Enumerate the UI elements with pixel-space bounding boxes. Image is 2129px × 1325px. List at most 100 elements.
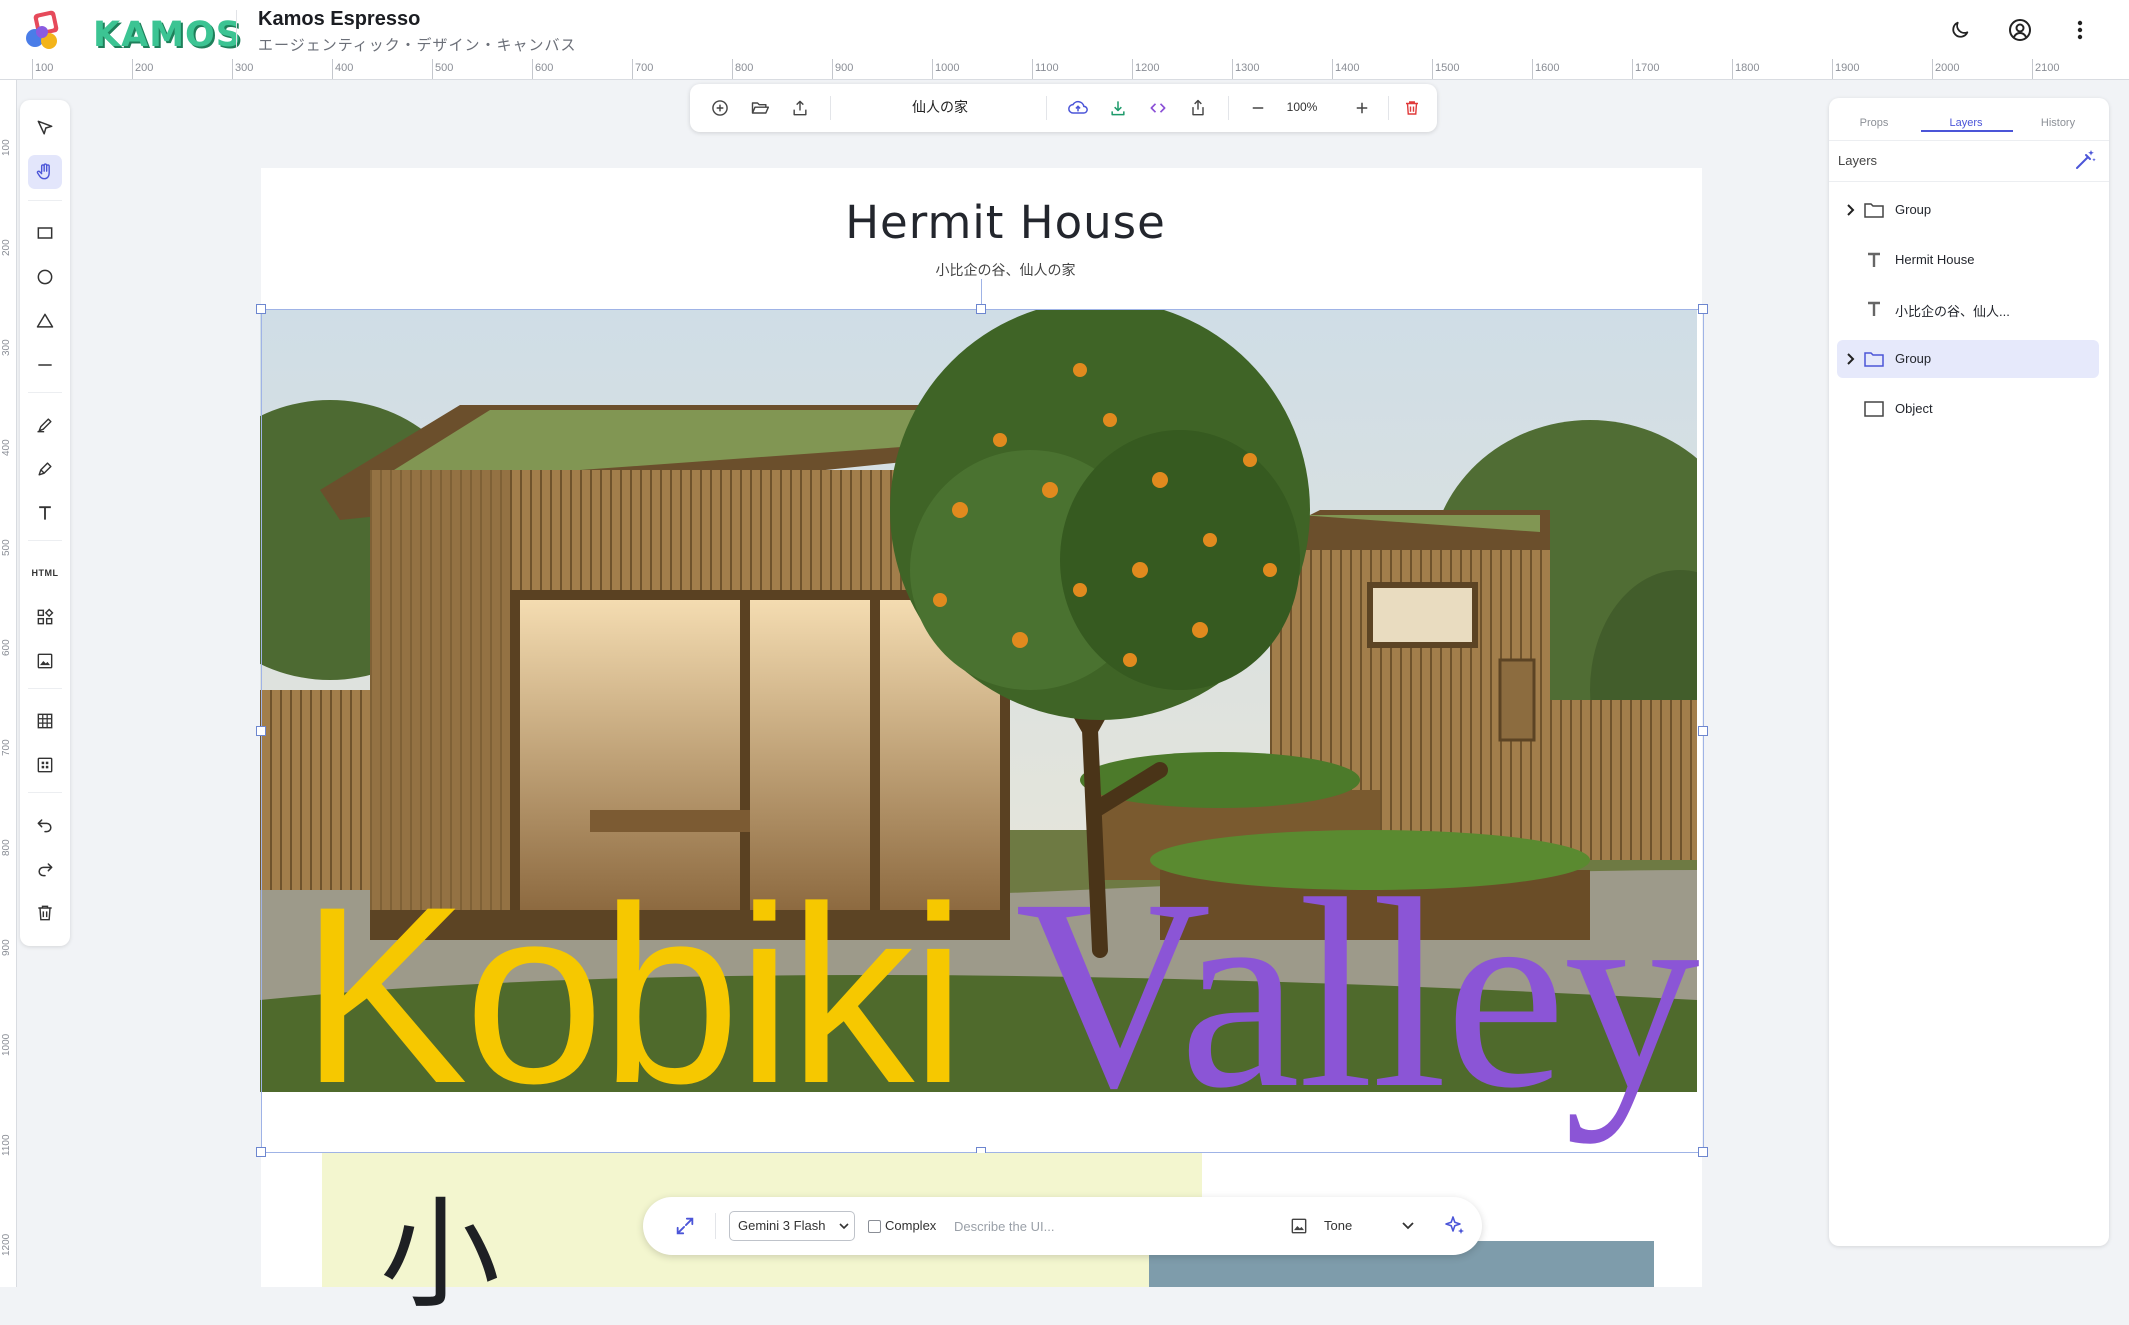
layer-row[interactable]: Object — [1837, 390, 2099, 428]
layer-row[interactable]: 小比企の谷、仙人... — [1837, 290, 2099, 328]
grid-tool[interactable] — [28, 748, 62, 782]
pen-tool[interactable] — [28, 452, 62, 486]
app-subtitle: エージェンティック・デザイン・キャンバス — [258, 37, 577, 54]
resize-handle-n[interactable] — [976, 304, 986, 314]
chevron-down-icon — [839, 1223, 849, 1230]
app-header: KAMOS Kamos Espresso エージェンティック・デザイン・キャンバ… — [0, 0, 2129, 60]
components-tool[interactable] — [28, 600, 62, 634]
redo-button[interactable] — [28, 852, 62, 886]
ruler-tick — [132, 59, 133, 79]
toolbar-divider — [1228, 96, 1229, 120]
plus-icon — [1356, 102, 1368, 114]
ai-layers-button[interactable] — [2073, 148, 2099, 174]
generate-button[interactable] — [1439, 1210, 1471, 1242]
image-attach-button[interactable] — [1283, 1210, 1315, 1242]
ruler-label: 500 — [1, 539, 12, 556]
more-menu-button[interactable] — [2064, 14, 2096, 46]
ruler-tick — [232, 59, 233, 79]
triangle-tool[interactable] — [28, 304, 62, 338]
model-select-value: Gemini 3 Flash — [738, 1218, 826, 1233]
logo-mark-icon — [26, 10, 59, 49]
line-icon — [38, 364, 52, 366]
zoom-level[interactable]: 100% — [1280, 100, 1324, 114]
resize-handle-se[interactable] — [1698, 1147, 1708, 1157]
delete-tool[interactable] — [28, 896, 62, 930]
tab-props[interactable]: Props — [1829, 108, 1919, 138]
layer-row[interactable]: Group — [1837, 191, 2099, 229]
kamos-logo[interactable]: KAMOS — [22, 8, 241, 55]
hand-icon — [36, 163, 50, 180]
zoom-out-button[interactable] — [1242, 92, 1274, 124]
toolbar-divider — [28, 200, 62, 201]
cloud-save-button[interactable] — [1062, 92, 1094, 124]
resize-handle-w[interactable] — [256, 726, 266, 736]
ruler-tick — [1832, 59, 1833, 79]
ruler-label: 1200 — [1, 1233, 12, 1256]
artboard-subtitle[interactable]: 小比企の谷、仙人の家 — [261, 260, 1750, 280]
model-select[interactable]: Gemini 3 Flash — [729, 1211, 855, 1241]
ruler-label: 1500 — [1435, 62, 1460, 74]
describe-input[interactable] — [950, 1211, 1278, 1241]
resize-handle-nw[interactable] — [256, 304, 266, 314]
expand-button[interactable] — [669, 1210, 701, 1242]
zoom-in-button[interactable] — [1346, 92, 1378, 124]
ruler-label: 800 — [1, 839, 12, 856]
artboard-title[interactable]: Hermit House — [261, 196, 1750, 249]
upload-button[interactable] — [784, 92, 816, 124]
text-tool[interactable] — [28, 496, 62, 530]
ruler-label: 100 — [35, 62, 54, 74]
chevron-right-icon[interactable] — [1843, 201, 1859, 219]
table-tool[interactable] — [28, 704, 62, 738]
download-button[interactable] — [1102, 92, 1134, 124]
widgets-icon — [37, 608, 54, 625]
account-circle-icon — [2009, 19, 2031, 41]
ruler-label: 1400 — [1335, 62, 1360, 74]
new-button[interactable] — [704, 92, 736, 124]
layer-row[interactable]: Hermit House — [1837, 241, 2099, 279]
code-view-button[interactable] — [1142, 92, 1174, 124]
folder-open-icon — [751, 102, 770, 114]
vertical-ruler: 100 200 300 400 500 600 700 800 900 1000 1100 1200 — [0, 80, 17, 1287]
prompt-divider — [715, 1213, 716, 1239]
pencil-tool[interactable] — [28, 408, 62, 442]
html-tool[interactable]: HTML — [28, 556, 62, 590]
ruler-tick — [1732, 59, 1733, 79]
image-tool[interactable] — [28, 644, 62, 678]
hero-word-kobiki[interactable]: Kobiki — [300, 870, 966, 1122]
ruler-label: 200 — [135, 62, 154, 74]
ruler-label: 600 — [535, 62, 554, 74]
account-button[interactable] — [2004, 14, 2036, 46]
text-t-icon — [1868, 301, 1880, 316]
layers-heading: Layers — [1838, 153, 1878, 168]
ellipse-tool[interactable] — [28, 260, 62, 294]
complex-checkbox[interactable] — [868, 1220, 881, 1233]
document-name[interactable]: 仙人の家 — [830, 97, 1050, 117]
resize-handle-e[interactable] — [1698, 726, 1708, 736]
resize-handle-ne[interactable] — [1698, 304, 1708, 314]
open-button[interactable] — [744, 92, 776, 124]
ruler-tick — [632, 59, 633, 79]
ruler-label: 200 — [1, 239, 12, 256]
undo-button[interactable] — [28, 808, 62, 842]
share-button[interactable] — [1182, 92, 1214, 124]
select-tool[interactable] — [28, 111, 62, 145]
magic-wand-icon — [2076, 150, 2096, 169]
hero-word-valley[interactable]: Valley — [1015, 858, 1700, 1130]
section-kanji[interactable]: 小 — [380, 1196, 500, 1316]
ruler-tick — [2032, 59, 2033, 79]
rectangle-tool[interactable] — [28, 216, 62, 250]
delete-document-button[interactable] — [1396, 92, 1428, 124]
ruler-tick — [1532, 59, 1533, 79]
tone-select[interactable]: Tone — [1324, 1211, 1434, 1241]
resize-handle-sw[interactable] — [256, 1147, 266, 1157]
dark-mode-toggle[interactable] — [1944, 14, 1976, 46]
line-tool[interactable] — [28, 348, 62, 382]
layer-row-selected[interactable]: Group — [1837, 340, 2099, 378]
toolbar-divider — [28, 688, 62, 689]
pan-tool[interactable] — [28, 155, 62, 189]
tab-history[interactable]: History — [2013, 108, 2103, 138]
tab-layers[interactable]: Layers — [1921, 108, 2011, 138]
ruler-tick — [1632, 59, 1633, 79]
chevron-right-icon[interactable] — [1843, 350, 1859, 368]
minus-icon — [1252, 107, 1264, 109]
